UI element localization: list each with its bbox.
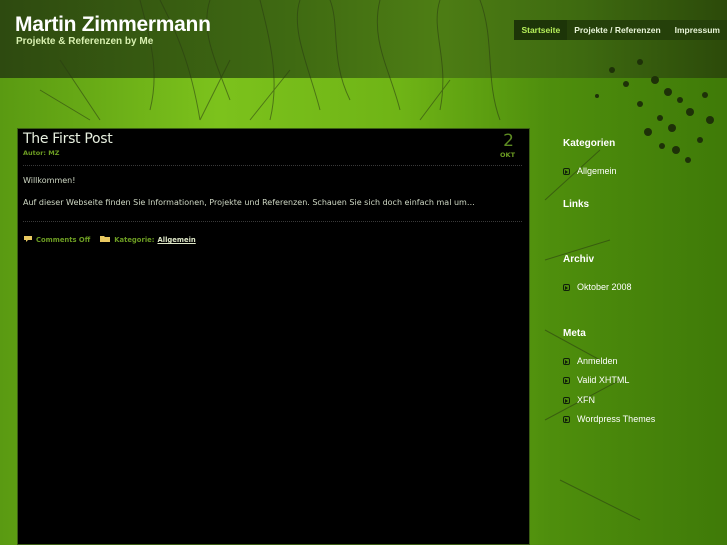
sidebar-item-label: Anmelden <box>577 356 618 366</box>
sidebar-heading-meta: Meta <box>563 328 586 339</box>
arrow-bullet-icon <box>563 376 570 384</box>
comments-status: Comments Off <box>36 236 91 244</box>
category-link[interactable]: Allgemein <box>157 236 195 244</box>
sidebar-heading-links: Links <box>563 199 590 210</box>
post-divider-top <box>23 165 522 166</box>
sidebar-item-xfn[interactable]: XFN <box>563 395 595 405</box>
folder-icon <box>100 235 111 245</box>
sidebar-item-valid-xhtml[interactable]: Valid XHTML <box>563 375 629 385</box>
sidebar-item-label: Allgemein <box>577 166 617 176</box>
post-date-day: 2 <box>503 131 514 151</box>
post-panel: The First Post Autor: MZ 2 OKT Willkomme… <box>17 128 530 545</box>
arrow-bullet-icon <box>563 283 570 291</box>
arrow-bullet-icon <box>563 396 570 404</box>
post-author: Autor: MZ <box>23 149 60 157</box>
sidebar-item-wordpress-themes[interactable]: Wordpress Themes <box>563 414 655 424</box>
sidebar-item-label: XFN <box>577 395 595 405</box>
post-title[interactable]: The First Post <box>23 131 113 147</box>
sidebar-item-allgemein[interactable]: Allgemein <box>563 166 617 176</box>
sidebar-item-label: Wordpress Themes <box>577 414 656 424</box>
post-paragraph: Auf dieser Webseite finden Sie Informati… <box>23 198 475 207</box>
arrow-bullet-icon <box>563 167 570 175</box>
arrow-bullet-icon <box>563 357 570 365</box>
main-nav: Startseite Projekte / Referenzen Impress… <box>514 20 727 40</box>
sidebar-item-anmelden[interactable]: Anmelden <box>563 356 618 366</box>
category-label: Kategorie: <box>114 236 155 244</box>
site-title[interactable]: Martin Zimmermann <box>15 13 211 37</box>
sidebar-heading-kategorien: Kategorien <box>563 138 616 149</box>
nav-item-projekte-referenzen[interactable]: Projekte / Referenzen <box>567 20 667 40</box>
sidebar-item-oktober-2008[interactable]: Oktober 2008 <box>563 282 632 292</box>
post-meta: Comments Off Kategorie: Allgemein <box>23 235 196 245</box>
post-date-month: OKT <box>500 151 515 159</box>
post-paragraph: Willkommen! <box>23 176 76 185</box>
site-tagline: Projekte & Referenzen by Me <box>16 36 154 47</box>
nav-item-impressum[interactable]: Impressum <box>668 20 727 40</box>
sidebar-item-label: Oktober 2008 <box>577 282 632 292</box>
nav-item-startseite[interactable]: Startseite <box>514 20 568 40</box>
sidebar-heading-archiv: Archiv <box>563 254 595 265</box>
comment-icon <box>23 235 33 245</box>
arrow-bullet-icon <box>563 415 570 423</box>
post-divider-bottom <box>23 221 522 222</box>
sidebar-item-label: Valid XHTML <box>577 375 630 385</box>
